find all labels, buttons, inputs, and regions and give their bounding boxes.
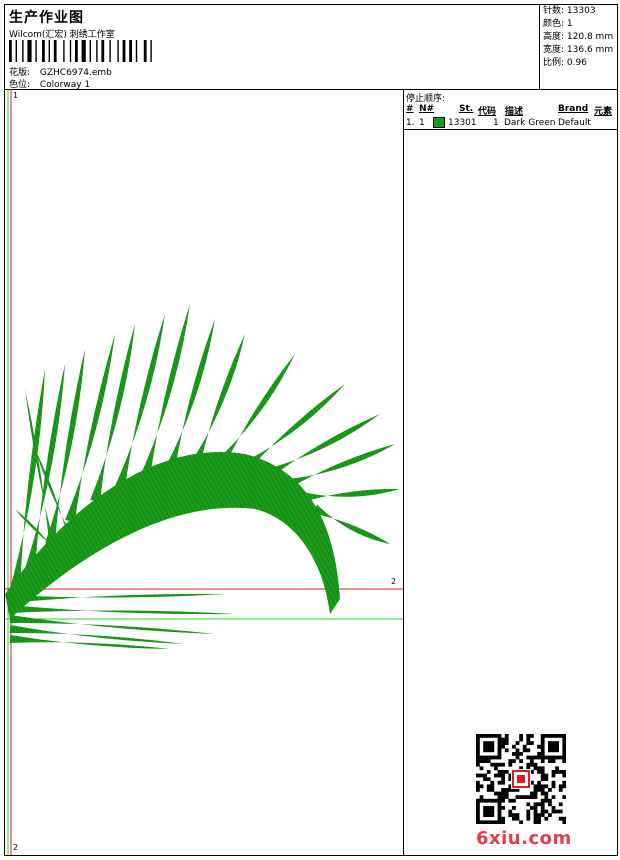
leaflet (165, 319, 215, 471)
page-title: 生产作业图 (9, 10, 84, 26)
row-description: Dark Green (504, 118, 556, 128)
spec-list: 针数: 13303 颜色: 1 高度: 120.8 mm 宽度: 136.6 m… (539, 5, 617, 89)
spec-scale: 比例: 0.96 (543, 58, 587, 68)
leaflet (9, 593, 226, 603)
row-code: 1 (493, 118, 499, 128)
spec-height: 高度: 120.8 mm (543, 32, 614, 42)
col-code: 代码 (478, 107, 497, 117)
guide-label-h2: 2 (391, 577, 397, 586)
stop-sequence-caption: 停止顺序: (406, 94, 446, 104)
stop-sequence-panel: 停止顺序: # N# St. 代码 描述 Brand 元素 1. 1 13301… (404, 89, 617, 130)
col-element: 元素 (594, 107, 613, 117)
leaflet (215, 354, 295, 467)
guide-label-v1: 1 (13, 91, 19, 100)
barcode-icon (9, 40, 152, 62)
spec-colors: 颜色: 1 (543, 19, 573, 29)
col-index: # (406, 104, 414, 114)
col-stitches: St. (459, 104, 474, 114)
qr-code-icon (476, 734, 566, 824)
leaflet (115, 314, 165, 489)
watermark-logo: 6xiu.com (476, 828, 572, 849)
row-stitches: 13301 (448, 118, 477, 128)
col-n: N# (419, 104, 435, 114)
row-brand: Default (558, 118, 591, 128)
spec-stitches: 针数: 13303 (543, 6, 596, 16)
header-block: 生产作业图 Wilcom(汇宏) 刺绣工作室 花版: GZHC6974.emb … (5, 5, 617, 90)
guide-label-v2: 2 (13, 843, 19, 852)
leaflet (285, 444, 395, 489)
color-swatch (433, 117, 445, 128)
worksheet-frame: 生产作业图 Wilcom(汇宏) 刺绣工作室 花版: GZHC6974.emb … (4, 4, 618, 856)
spec-width: 宽度: 136.6 mm (543, 45, 614, 55)
leaflet (264, 414, 380, 479)
col-brand: Brand (558, 104, 589, 114)
palm-leaf-embroidery (5, 89, 403, 855)
row-index: 1. (406, 118, 415, 128)
leaf-stem (5, 451, 340, 619)
row-n: 1 (419, 118, 425, 128)
leaflet (302, 488, 400, 502)
leaflet (190, 334, 245, 467)
leaflet (9, 635, 170, 649)
leaflet (9, 605, 235, 615)
studio-name: Wilcom(汇宏) 刺绣工作室 (9, 30, 115, 40)
col-description: 描述 (505, 107, 524, 117)
design-canvas: 1 2 2 (5, 89, 404, 855)
